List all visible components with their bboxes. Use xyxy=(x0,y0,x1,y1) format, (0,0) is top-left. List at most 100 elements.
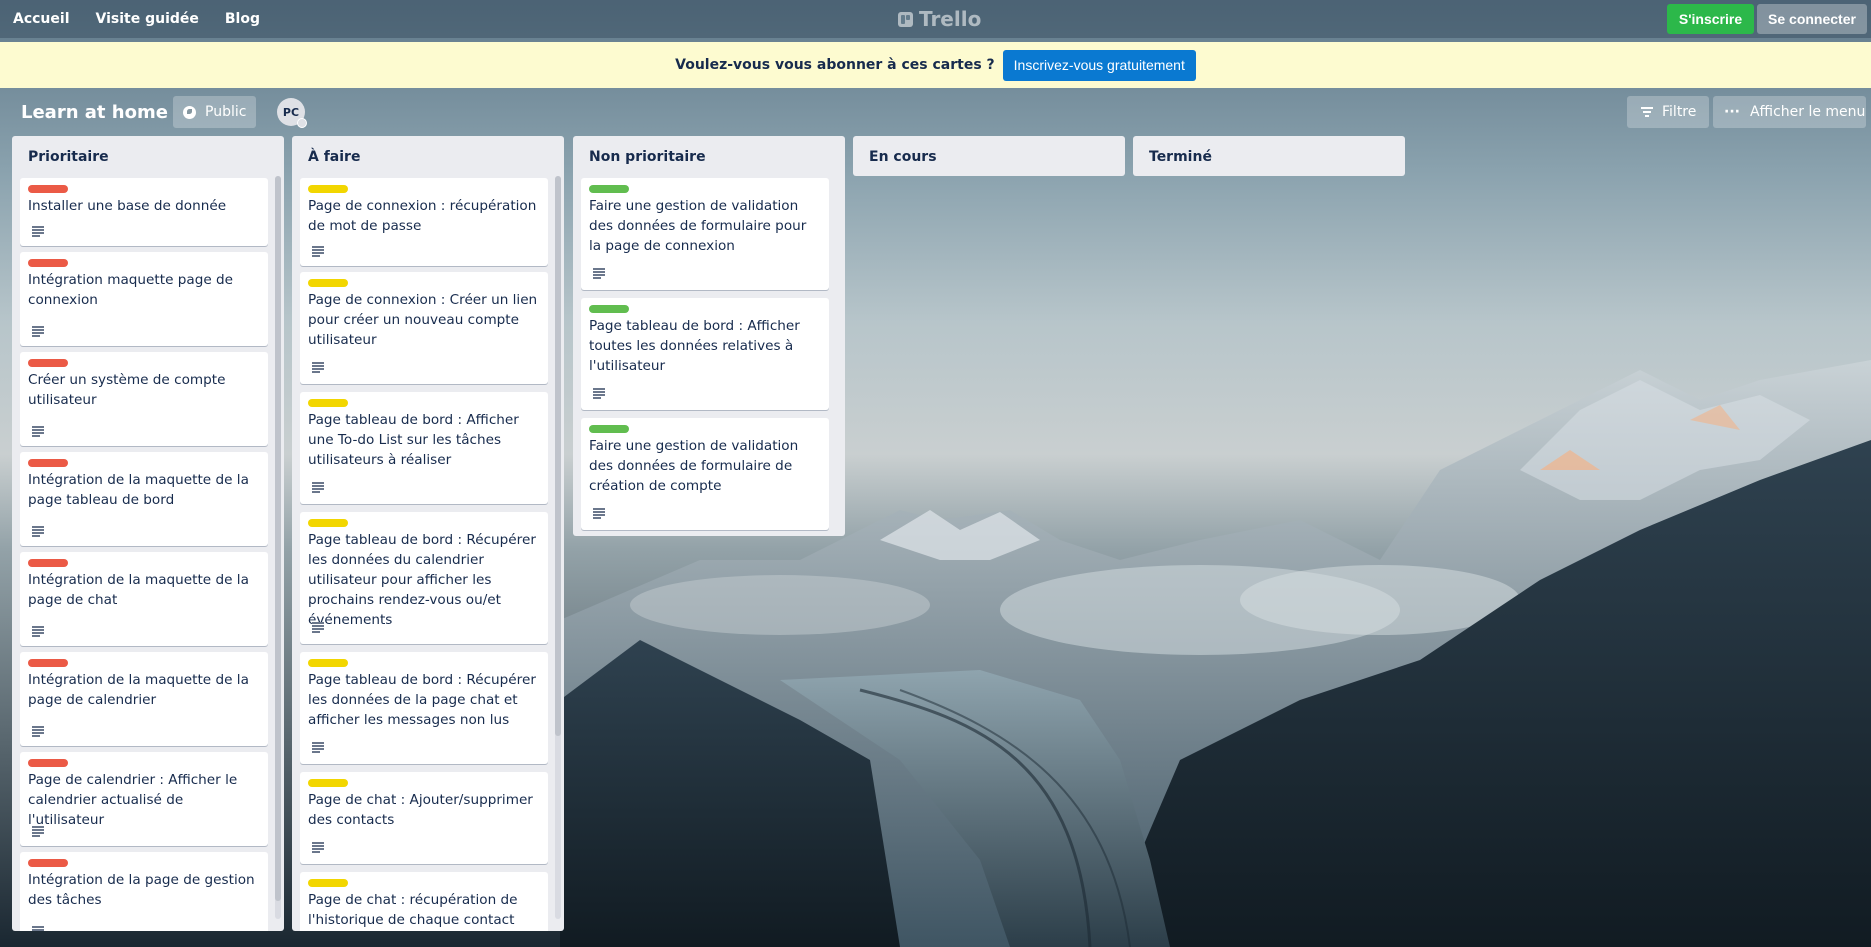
list-title[interactable]: Terminé xyxy=(1133,136,1405,176)
list-title[interactable]: Non prioritaire xyxy=(573,136,845,176)
globe-icon xyxy=(183,105,196,119)
card-title: Intégration de la maquette de la page de… xyxy=(28,572,249,608)
list-cards: Faire une gestion de validation des donn… xyxy=(573,176,845,536)
description-icon xyxy=(593,268,605,279)
yellow-label xyxy=(308,779,348,787)
description-icon xyxy=(593,388,605,399)
card-title: Page tableau de bord : Afficher toutes l… xyxy=(589,318,800,374)
member-avatar[interactable]: PC xyxy=(277,98,307,128)
card-title: Page tableau de bord : Récupérer les don… xyxy=(308,672,536,728)
card-title: Page de chat : récupération de l'histori… xyxy=(308,892,518,928)
red-label xyxy=(28,659,68,667)
red-label xyxy=(28,459,68,467)
red-label xyxy=(28,185,68,193)
scrollbar-thumb[interactable] xyxy=(555,176,561,736)
description-icon xyxy=(32,826,44,837)
green-label xyxy=(589,305,629,313)
description-icon xyxy=(593,508,605,519)
card[interactable]: Page de chat : Ajouter/supprimer des con… xyxy=(300,772,548,864)
list-title[interactable]: À faire xyxy=(292,136,564,176)
card[interactable]: Page de calendrier : Afficher le calendr… xyxy=(20,752,268,846)
scrollbar-thumb[interactable] xyxy=(275,176,281,901)
filter-icon xyxy=(1641,107,1653,117)
description-icon xyxy=(312,742,324,753)
trello-board-icon xyxy=(898,11,913,27)
card-title: Page tableau de bord : Afficher une To-d… xyxy=(308,412,519,468)
card[interactable]: Créer un système de compte utilisateur xyxy=(20,352,268,446)
card[interactable]: Intégration de la maquette de la page de… xyxy=(20,552,268,646)
admin-badge-icon xyxy=(297,118,307,128)
card[interactable]: Page de connexion : Créer un lien pour c… xyxy=(300,272,548,384)
card-title: Page de calendrier : Afficher le calendr… xyxy=(28,772,238,828)
login-button[interactable]: Se connecter xyxy=(1757,4,1867,34)
card[interactable]: Faire une gestion de validation des donn… xyxy=(581,418,829,530)
list-a-faire[interactable]: À faire Page de connexion : récupération… xyxy=(292,136,564,931)
nav-home-link[interactable]: Accueil xyxy=(13,11,70,27)
yellow-label xyxy=(308,879,348,887)
card[interactable]: Intégration de la page de gestion des tâ… xyxy=(20,852,268,931)
visibility-button[interactable]: Public xyxy=(173,96,256,128)
red-label xyxy=(28,559,68,567)
list-scrollbar[interactable] xyxy=(275,176,281,919)
nav-blog-link[interactable]: Blog xyxy=(225,11,260,27)
card[interactable]: Page tableau de bord : Afficher toutes l… xyxy=(581,298,829,410)
card[interactable]: Installer une base de donnée xyxy=(20,178,268,246)
card[interactable]: Page de chat : récupération de l'histori… xyxy=(300,872,548,931)
banner-message: Voulez-vous vous abonner à ces cartes ? xyxy=(675,57,995,73)
card-title: Page de connexion : récupération de mot … xyxy=(308,198,537,234)
red-label xyxy=(28,759,68,767)
card[interactable]: Page tableau de bord : Récupérer les don… xyxy=(300,512,548,644)
card[interactable]: Intégration maquette page de connexion xyxy=(20,252,268,346)
card-title: Intégration maquette page de connexion xyxy=(28,272,234,308)
avatar-initials: PC xyxy=(282,105,300,119)
show-menu-button[interactable]: ··· Afficher le menu xyxy=(1713,96,1866,128)
list-cards: Installer une base de donnée Intégration… xyxy=(12,176,284,931)
trello-logo[interactable]: Trello xyxy=(898,7,981,31)
green-label xyxy=(589,185,629,193)
card-title: Page tableau de bord : Récupérer les don… xyxy=(308,532,536,628)
filter-button[interactable]: Filtre xyxy=(1627,96,1709,128)
card[interactable]: Intégration de la maquette de la page ta… xyxy=(20,452,268,546)
card[interactable]: Faire une gestion de validation des donn… xyxy=(581,178,829,290)
description-icon xyxy=(32,626,44,637)
yellow-label xyxy=(308,185,348,193)
card-title: Intégration de la page de gestion des tâ… xyxy=(28,872,255,908)
show-menu-label: Afficher le menu xyxy=(1749,104,1866,120)
description-icon xyxy=(32,226,44,237)
description-icon xyxy=(32,726,44,737)
nav-tour-link[interactable]: Visite guidée xyxy=(96,11,199,27)
list-termine[interactable]: Terminé xyxy=(1133,136,1405,176)
card-title: Installer une base de donnée xyxy=(28,198,227,214)
yellow-label xyxy=(308,659,348,667)
description-icon xyxy=(32,326,44,337)
yellow-label xyxy=(308,519,348,527)
top-navigation-bar: Accueil Visite guidée Blog Trello S'insc… xyxy=(0,0,1871,38)
description-icon xyxy=(312,622,324,633)
description-icon xyxy=(312,482,324,493)
card[interactable]: Page de connexion : récupération de mot … xyxy=(300,178,548,266)
card[interactable]: Intégration de la maquette de la page de… xyxy=(20,652,268,746)
signup-button[interactable]: S'inscrire xyxy=(1667,4,1754,34)
filter-label: Filtre xyxy=(1662,104,1697,120)
description-icon xyxy=(312,842,324,853)
list-cards: Page de connexion : récupération de mot … xyxy=(292,176,564,931)
card-title: Intégration de la maquette de la page ta… xyxy=(28,472,249,508)
description-icon xyxy=(32,426,44,437)
red-label xyxy=(28,859,68,867)
list-title[interactable]: Prioritaire xyxy=(12,136,284,176)
card[interactable]: Page tableau de bord : Récupérer les don… xyxy=(300,652,548,764)
description-icon xyxy=(32,526,44,537)
list-prioritaire[interactable]: Prioritaire Installer une base de donnée… xyxy=(12,136,284,931)
list-non-prioritaire[interactable]: Non prioritaire Faire une gestion de val… xyxy=(573,136,845,536)
card-title: Créer un système de compte utilisateur xyxy=(28,372,226,408)
board-header: Learn at home Public PC Filtre ··· Affic… xyxy=(0,92,1871,134)
card[interactable]: Page tableau de bord : Afficher une To-d… xyxy=(300,392,548,504)
list-title[interactable]: En cours xyxy=(853,136,1125,176)
card-title: Page de connexion : Créer un lien pour c… xyxy=(308,292,538,348)
yellow-label xyxy=(308,399,348,407)
board-title[interactable]: Learn at home xyxy=(21,102,168,123)
list-scrollbar[interactable] xyxy=(555,176,561,919)
signup-free-button[interactable]: Inscrivez-vous gratuitement xyxy=(1002,49,1196,81)
description-icon xyxy=(32,926,44,931)
list-en-cours[interactable]: En cours xyxy=(853,136,1125,176)
